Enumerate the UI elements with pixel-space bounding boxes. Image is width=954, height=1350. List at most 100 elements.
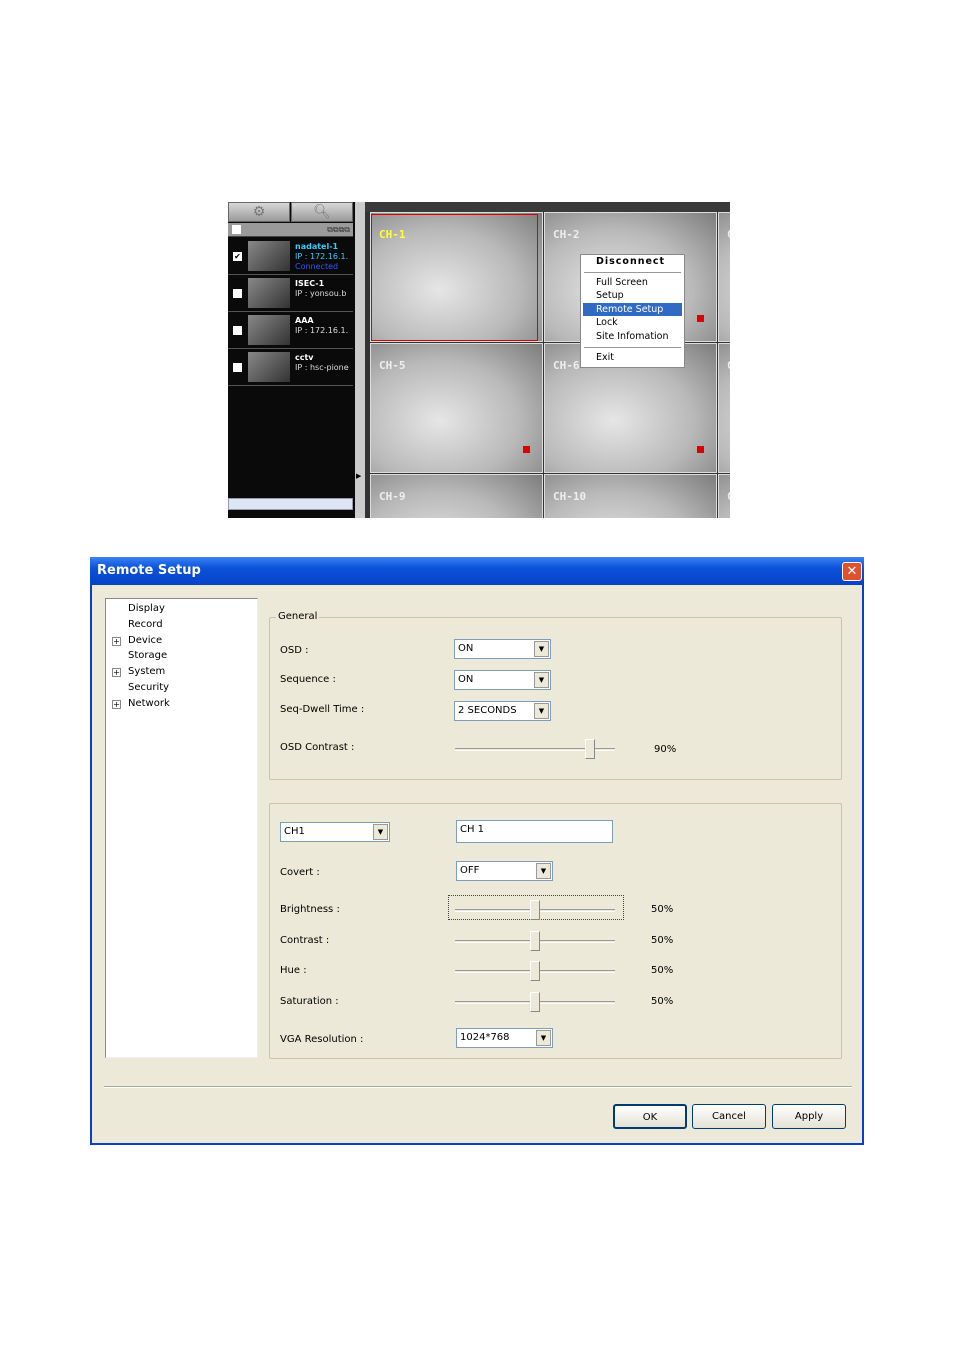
expand-icon[interactable]: + [112,699,121,709]
site-list-panel: ⚙ 🔍︎ ⧉⧉⧉⧉ ✔ nadatel-1 IP : 172.16.1. Con… [228,202,355,518]
gear-icon: ⚙ [252,204,266,220]
osd-contrast-label: OSD Contrast : [280,742,355,753]
slider-label: Saturation : [280,995,339,1007]
dialog-title: Remote Setup [97,563,201,578]
site-ip: IP : yonsou.b [295,289,347,298]
sequence-select[interactable]: ON ▼ [454,670,551,690]
horizontal-scrollbar[interactable] [228,498,353,510]
tree-item-label: Security [128,681,170,693]
panel-splitter[interactable]: ▶ [355,202,365,518]
vga-select[interactable]: 1024*768 ▼ [456,1028,553,1048]
slider-value: 50% [651,904,674,915]
tree-item[interactable]: Storage [106,648,257,664]
osd-label: OSD : [280,645,309,656]
covert-label: Covert : [280,867,320,878]
close-icon: ✕ [846,564,858,579]
tree-item[interactable]: Security [106,680,257,696]
vga-label: VGA Resolution : [280,1034,364,1045]
record-indicator [697,315,704,322]
osd-contrast-value: 90% [654,744,677,755]
settings-tree: Display Record + Device Storage + System Securi… [105,598,258,1058]
site-status: Connected [295,262,339,271]
slider-thumb[interactable] [530,900,540,920]
site-checkbox[interactable] [233,363,242,372]
site-ip: IP : 172.16.1. [295,326,349,335]
site-item[interactable]: ✔ nadatel-1 IP : 172.16.1. Connected [228,238,353,275]
context-menu: Disconnect Full Screen Setup Remote Setup Lo… [580,254,685,368]
chevron-down-icon: ▼ [536,1030,551,1046]
site-item[interactable]: AAA IP : 172.16.1. [228,312,353,349]
slider-thumb[interactable] [585,739,595,759]
channel-cell[interactable]: C [718,212,730,342]
site-name: AAA [295,316,314,325]
site-checkbox[interactable]: ✔ [233,252,242,261]
channel-cell[interactable]: CH-9 [370,474,543,518]
site-name: cctv [295,353,314,362]
tree-item-label: Record [128,618,163,630]
slider-thumb[interactable] [530,930,540,951]
channel-cell[interactable]: C [718,474,730,518]
site-thumbnail [248,315,290,345]
channel-select[interactable]: CH1 ▼ [280,822,390,842]
menu-item[interactable]: Full Screen [581,276,684,290]
menu-item[interactable]: Lock [581,316,684,330]
select-all-checkbox[interactable] [232,225,241,234]
menu-item[interactable]: Setup [581,289,684,303]
dwell-select[interactable]: 2 SECONDS ▼ [454,701,551,721]
site-ip: IP : 172.16.1. [295,252,349,261]
divider [104,1086,852,1088]
slider-label: Contrast : [280,934,330,946]
channel-label: CH-6 [553,359,580,372]
slider-value: 50% [651,995,674,1007]
menu-item[interactable]: Disconnect [581,255,684,269]
menu-item[interactable]: Remote Setup [583,302,682,317]
tree-item-label: Device [128,634,163,646]
tree-item[interactable]: Record [106,617,257,633]
channel-name-input[interactable]: CH 1 [456,820,613,843]
ok-button[interactable]: OK [613,1104,687,1129]
cancel-button[interactable]: Cancel [692,1104,766,1129]
expand-icon[interactable]: + [112,636,121,646]
osd-select[interactable]: ON ▼ [454,639,551,659]
tree-item[interactable]: + Device [106,633,257,649]
tree-item-label: System [128,666,166,678]
chevron-down-icon: ▼ [536,863,551,879]
site-checkbox[interactable] [233,289,242,298]
apply-button[interactable]: Apply [772,1104,846,1129]
site-ip: IP : hsc-pione [295,363,349,372]
settings-button[interactable]: ⚙ [228,202,290,222]
expand-icon[interactable]: + [112,668,121,678]
channel-label: CH-9 [379,490,406,503]
site-item[interactable]: cctv IP : hsc-pione [228,349,353,386]
channel-label: CH-10 [553,490,587,503]
channel-grid: CH-1 CH-2 C CH-5 CH-6 C CH-9 CH-10 C Dis… [365,202,730,518]
arrow-right-icon: ▶ [356,472,362,480]
slider-thumb[interactable] [530,991,540,1012]
channel-label: C [727,228,730,241]
channel-group: CH1 ▼ CH 1 Covert : OFF ▼ Brightness : 50%… [269,803,842,1059]
site-thumbnail [248,278,290,308]
channel-cell[interactable]: CH-10 [544,474,717,518]
site-thumbnail [248,241,290,271]
slider-thumb[interactable] [530,961,540,981]
channel-cell[interactable]: C [718,343,730,473]
sequence-label: Sequence : [280,674,336,685]
chevron-down-icon: ▼ [534,641,549,657]
close-button[interactable]: ✕ [842,562,862,581]
channel-cell[interactable]: CH-5 [370,343,543,473]
site-tools-icons[interactable]: ⧉⧉⧉⧉ [327,225,350,234]
tree-item[interactable]: + Network [106,696,257,712]
search-button[interactable]: 🔍︎ [291,202,353,222]
tree-item[interactable]: Display [106,601,257,617]
covert-select[interactable]: OFF ▼ [456,861,553,881]
selected-channel-outline [371,214,538,341]
channel-label: C [727,359,730,372]
tree-item[interactable]: + System [106,664,257,680]
slider-label: Hue : [280,965,307,976]
site-checkbox[interactable] [233,326,242,335]
channel-label: CH-5 [379,359,406,372]
menu-item[interactable]: Exit [581,351,684,365]
channel-label: C [727,490,730,503]
menu-item[interactable]: Site Infomation [581,330,684,344]
site-item[interactable]: ISEC-1 IP : yonsou.b [228,275,353,312]
